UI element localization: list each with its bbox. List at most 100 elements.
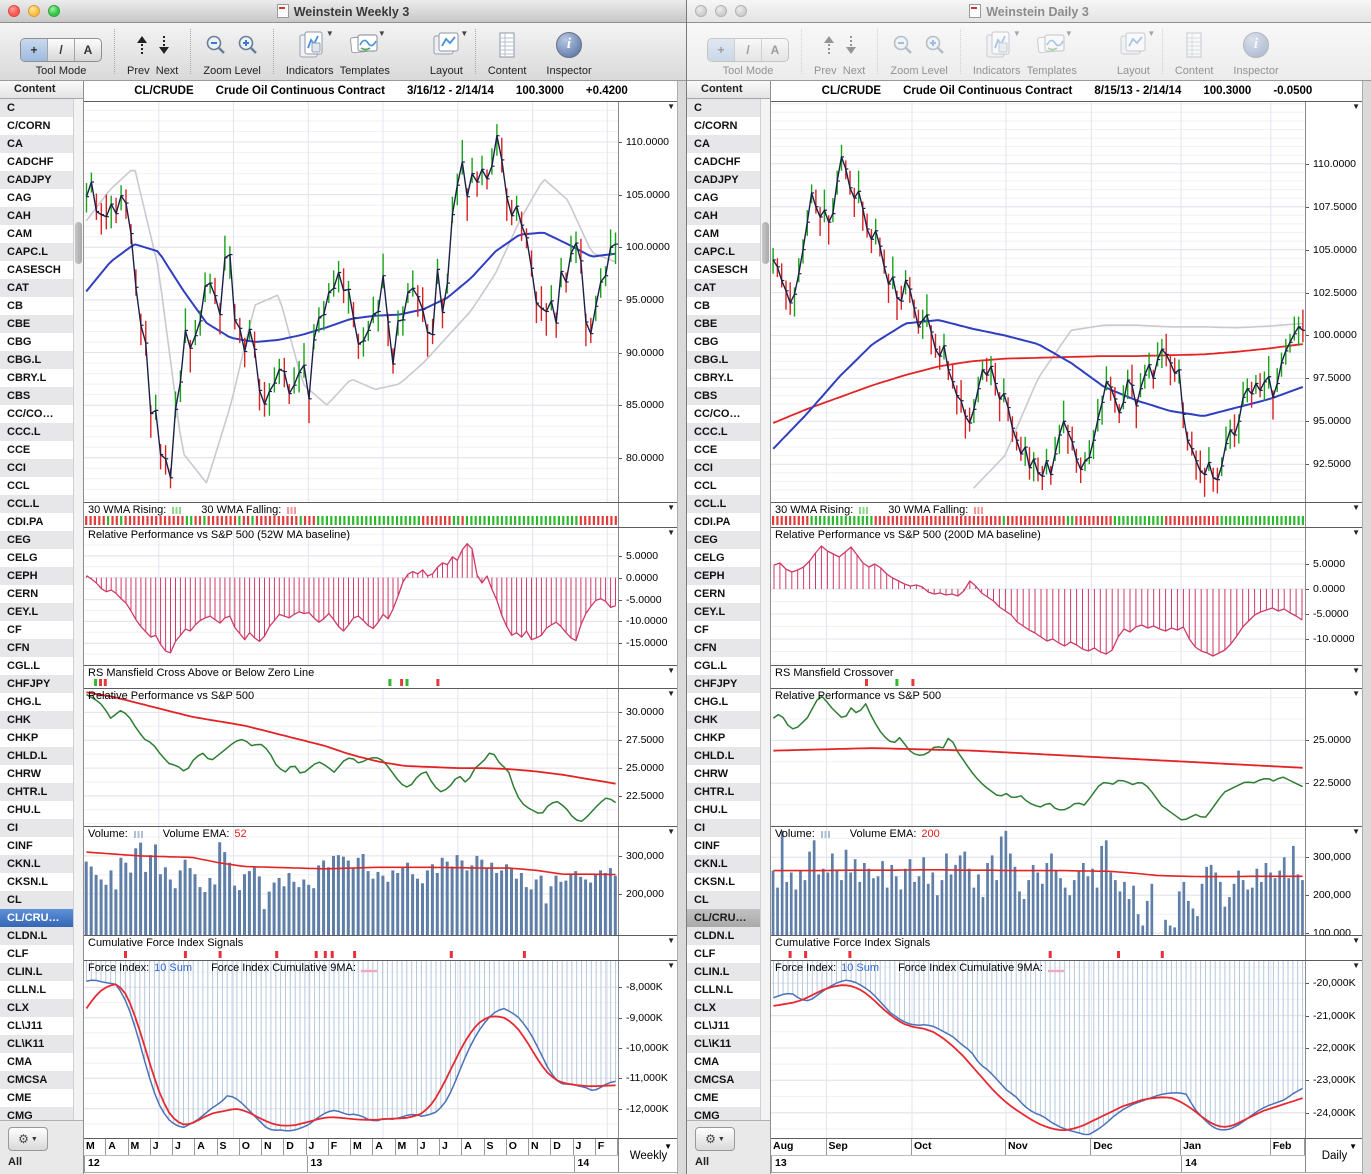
panel-collapse-triangle[interactable]: ▼	[667, 529, 675, 537]
panel-collapse-triangle[interactable]: ▼	[667, 690, 675, 698]
list-item[interactable]: CC/CO…	[687, 405, 770, 423]
crosshair-tool-button[interactable]: +	[21, 39, 47, 61]
list-item[interactable]: CHKP	[0, 729, 83, 747]
list-item[interactable]: CF	[687, 621, 770, 639]
list-item[interactable]: CHFJPY	[0, 675, 83, 693]
list-item[interactable]: CLLN.L	[687, 981, 770, 999]
period-selector[interactable]: Daily ▼	[1305, 1139, 1363, 1172]
list-item[interactable]: CAG	[687, 189, 770, 207]
panel-collapse-triangle[interactable]: ▼	[1352, 103, 1360, 111]
list-item[interactable]: CHG.L	[0, 693, 83, 711]
list-item[interactable]: CHTR.L	[0, 783, 83, 801]
list-item[interactable]: CHTR.L	[687, 783, 770, 801]
list-item[interactable]: CELG	[687, 549, 770, 567]
list-item[interactable]: CF	[0, 621, 83, 639]
content-icon[interactable]	[1183, 32, 1205, 58]
line-tool-button[interactable]: /	[47, 39, 74, 61]
panel-collapse-triangle[interactable]: ▼	[1352, 937, 1360, 945]
next-icon[interactable]	[158, 35, 170, 55]
list-item[interactable]: CBRY.L	[0, 369, 83, 387]
list-item[interactable]: CA	[0, 135, 83, 153]
list-item[interactable]: CL/CRU…	[687, 909, 770, 927]
list-item[interactable]: CHLD.L	[0, 747, 83, 765]
prev-icon[interactable]	[823, 35, 835, 55]
list-item[interactable]: CCC.L	[0, 423, 83, 441]
list-item[interactable]: CC/CO…	[0, 405, 83, 423]
indicators-icon[interactable]: ▼	[297, 31, 327, 59]
list-item[interactable]: CHK	[687, 711, 770, 729]
zoom-out-icon[interactable]	[205, 34, 227, 56]
panel-collapse-triangle[interactable]: ▼	[667, 962, 675, 970]
list-item[interactable]: CCE	[0, 441, 83, 459]
list-item[interactable]: CL\J11	[0, 1017, 83, 1035]
list-item[interactable]: CDI.PA	[0, 513, 83, 531]
panel-collapse-triangle[interactable]: ▼	[667, 103, 675, 111]
list-item[interactable]: C/CORN	[687, 117, 770, 135]
list-item[interactable]: CAH	[0, 207, 83, 225]
list-item[interactable]: CKSN.L	[687, 873, 770, 891]
list-item[interactable]: CBE	[0, 315, 83, 333]
list-item[interactable]: CEPH	[687, 567, 770, 585]
list-item[interactable]: CLDN.L	[0, 927, 83, 945]
list-item[interactable]: CL\J11	[687, 1017, 770, 1035]
list-item[interactable]: CEG	[687, 531, 770, 549]
list-item[interactable]: CBG.L	[0, 351, 83, 369]
list-item[interactable]: CHFJPY	[687, 675, 770, 693]
list-item[interactable]: CB	[687, 297, 770, 315]
panel-collapse-triangle[interactable]: ▼	[1352, 667, 1360, 675]
list-item[interactable]: CGL.L	[687, 657, 770, 675]
list-item[interactable]: CAM	[687, 225, 770, 243]
list-item[interactable]: CKN.L	[0, 855, 83, 873]
list-item[interactable]: CMA	[0, 1053, 83, 1071]
list-item[interactable]: CEG	[0, 531, 83, 549]
list-item[interactable]: CADCHF	[687, 153, 770, 171]
list-item[interactable]: CAPC.L	[687, 243, 770, 261]
zoom-in-icon[interactable]	[924, 34, 946, 56]
list-item[interactable]: CADCHF	[0, 153, 83, 171]
list-item[interactable]: CI	[687, 819, 770, 837]
list-item[interactable]: CBE	[687, 315, 770, 333]
panel-collapse-triangle[interactable]: ▼	[1352, 962, 1360, 970]
list-item[interactable]: CHU.L	[687, 801, 770, 819]
list-item[interactable]: CMCSA	[687, 1071, 770, 1089]
list-item[interactable]: CELG	[0, 549, 83, 567]
list-item[interactable]: C	[0, 99, 83, 117]
list-item[interactable]: CME	[0, 1089, 83, 1107]
list-item[interactable]: CADJPY	[687, 171, 770, 189]
text-tool-button[interactable]: A	[74, 39, 101, 61]
list-item[interactable]: CLIN.L	[0, 963, 83, 981]
gear-button[interactable]: ⚙▼	[695, 1127, 735, 1151]
list-item[interactable]: CCC.L	[687, 423, 770, 441]
indicators-icon[interactable]: ▼	[984, 31, 1014, 59]
list-item[interactable]: CAH	[687, 207, 770, 225]
list-item[interactable]: CINF	[687, 837, 770, 855]
list-item[interactable]: CBRY.L	[687, 369, 770, 387]
list-item[interactable]: CHRW	[0, 765, 83, 783]
title-bar[interactable]: Weinstein Daily 3	[687, 0, 1371, 23]
list-item[interactable]: CBS	[0, 387, 83, 405]
list-item[interactable]: CMG	[0, 1107, 83, 1120]
list-item[interactable]: CAT	[687, 279, 770, 297]
period-selector[interactable]: Weekly ▼	[618, 1139, 678, 1172]
layout-icon[interactable]: ▼	[431, 31, 461, 59]
list-item[interactable]: CHG.L	[687, 693, 770, 711]
list-item[interactable]: CCL.L	[687, 495, 770, 513]
list-item[interactable]: C	[687, 99, 770, 117]
list-item[interactable]: CADJPY	[0, 171, 83, 189]
list-item[interactable]: CAT	[0, 279, 83, 297]
list-item[interactable]: CA	[687, 135, 770, 153]
list-item[interactable]: CCI	[0, 459, 83, 477]
list-item[interactable]: CHKP	[687, 729, 770, 747]
list-item[interactable]: CCI	[687, 459, 770, 477]
list-item[interactable]: CMCSA	[0, 1071, 83, 1089]
list-item[interactable]: CDI.PA	[687, 513, 770, 531]
text-tool-button[interactable]: A	[761, 39, 788, 61]
list-item[interactable]: CAM	[0, 225, 83, 243]
list-item[interactable]: CB	[0, 297, 83, 315]
list-item[interactable]: CEPH	[0, 567, 83, 585]
list-item[interactable]: CHK	[0, 711, 83, 729]
list-item[interactable]: CHRW	[687, 765, 770, 783]
panel-collapse-triangle[interactable]: ▼	[1352, 504, 1360, 512]
list-item[interactable]: CCL.L	[0, 495, 83, 513]
panel-collapse-triangle[interactable]: ▼	[667, 828, 675, 836]
